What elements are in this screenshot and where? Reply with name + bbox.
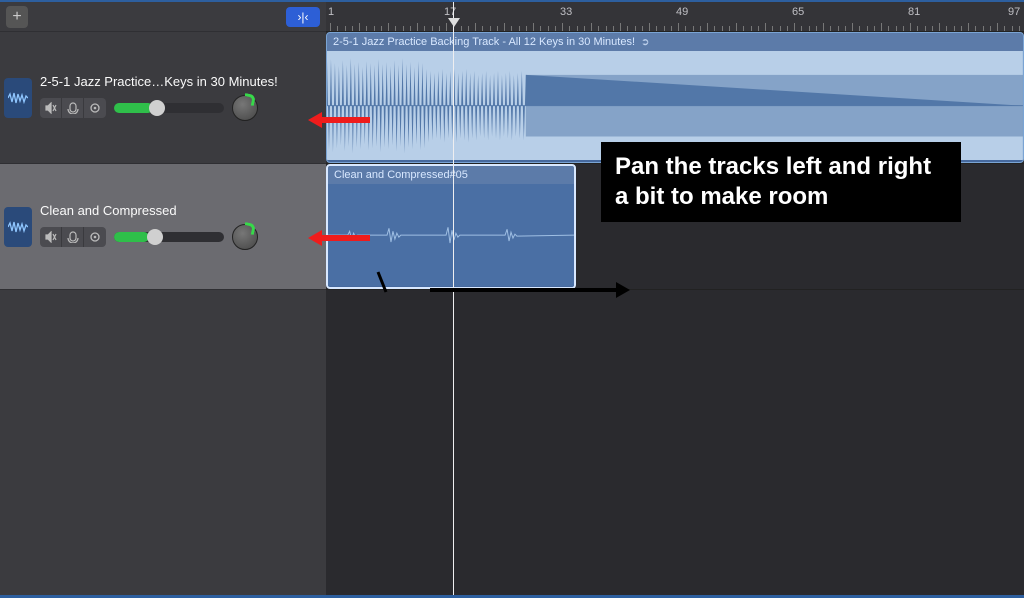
- pan-knob[interactable]: [232, 95, 258, 121]
- solo-button[interactable]: [62, 98, 84, 118]
- arrow-icon: [308, 228, 370, 248]
- region-title: 2-5-1 Jazz Practice Backing Track - All …: [333, 36, 635, 48]
- timeline-area[interactable]: 1 17 33 49 65 81 97 2-5-1 Jazz Practice Backin…: [326, 2, 1024, 595]
- mute-button[interactable]: [40, 227, 62, 247]
- volume-slider[interactable]: [114, 232, 224, 242]
- loop-icon: ➲: [641, 37, 649, 48]
- track-header[interactable]: 2-5-1 Jazz Practice…Keys in 30 Minutes!: [0, 32, 326, 164]
- ruler-bar-label: 17: [444, 6, 456, 18]
- volume-thumb[interactable]: [147, 229, 163, 245]
- region-title: Clean and Compressed#05: [334, 169, 468, 181]
- ruler-bar-label: 81: [908, 6, 920, 18]
- add-track-button[interactable]: +: [6, 6, 28, 28]
- volume-thumb[interactable]: [149, 100, 165, 116]
- track-header-main: 2-5-1 Jazz Practice…Keys in 30 Minutes!: [40, 74, 320, 121]
- track-header-panel: + ›|‹ 2-5-1 Jazz Practice…Keys in 30 Min…: [0, 2, 326, 595]
- ruler-bar-label: 97: [1008, 6, 1020, 18]
- track-header-main: Clean and Compressed: [40, 203, 320, 250]
- audio-track-icon: [4, 78, 32, 118]
- arrow-icon: [308, 110, 370, 130]
- ruler-bar-label: 65: [792, 6, 804, 18]
- ruler-bar-label: 1: [328, 6, 334, 18]
- region-header: Clean and Compressed#05: [328, 166, 574, 184]
- track-name-label: 2-5-1 Jazz Practice…Keys in 30 Minutes!: [40, 74, 320, 89]
- audio-track-icon: [4, 207, 32, 247]
- timeline-ruler[interactable]: 1 17 33 49 65 81 97: [326, 2, 1024, 32]
- volume-fill: [114, 103, 153, 113]
- track-header[interactable]: Clean and Compressed: [0, 164, 326, 290]
- region-header: 2-5-1 Jazz Practice Backing Track - All …: [327, 33, 1023, 51]
- mute-button[interactable]: [40, 98, 62, 118]
- input-monitor-button[interactable]: [84, 227, 106, 247]
- track-name-label: Clean and Compressed: [40, 203, 320, 218]
- sidebar-toolbar: + ›|‹: [0, 2, 326, 32]
- solo-button[interactable]: [62, 227, 84, 247]
- pan-knob[interactable]: [232, 224, 258, 250]
- split-regions-button[interactable]: ›|‹: [286, 7, 320, 27]
- track-control-group: [40, 98, 106, 118]
- arrow-icon: [370, 270, 630, 310]
- ruler-bar-label: 49: [676, 6, 688, 18]
- ruler-bar-label: 33: [560, 6, 572, 18]
- annotation-text: Pan the tracks left and right a bit to m…: [601, 142, 961, 222]
- volume-fill: [114, 232, 149, 242]
- app-root: + ›|‹ 2-5-1 Jazz Practice…Keys in 30 Min…: [0, 0, 1024, 598]
- input-monitor-button[interactable]: [84, 98, 106, 118]
- track-control-group: [40, 227, 106, 247]
- volume-slider[interactable]: [114, 103, 224, 113]
